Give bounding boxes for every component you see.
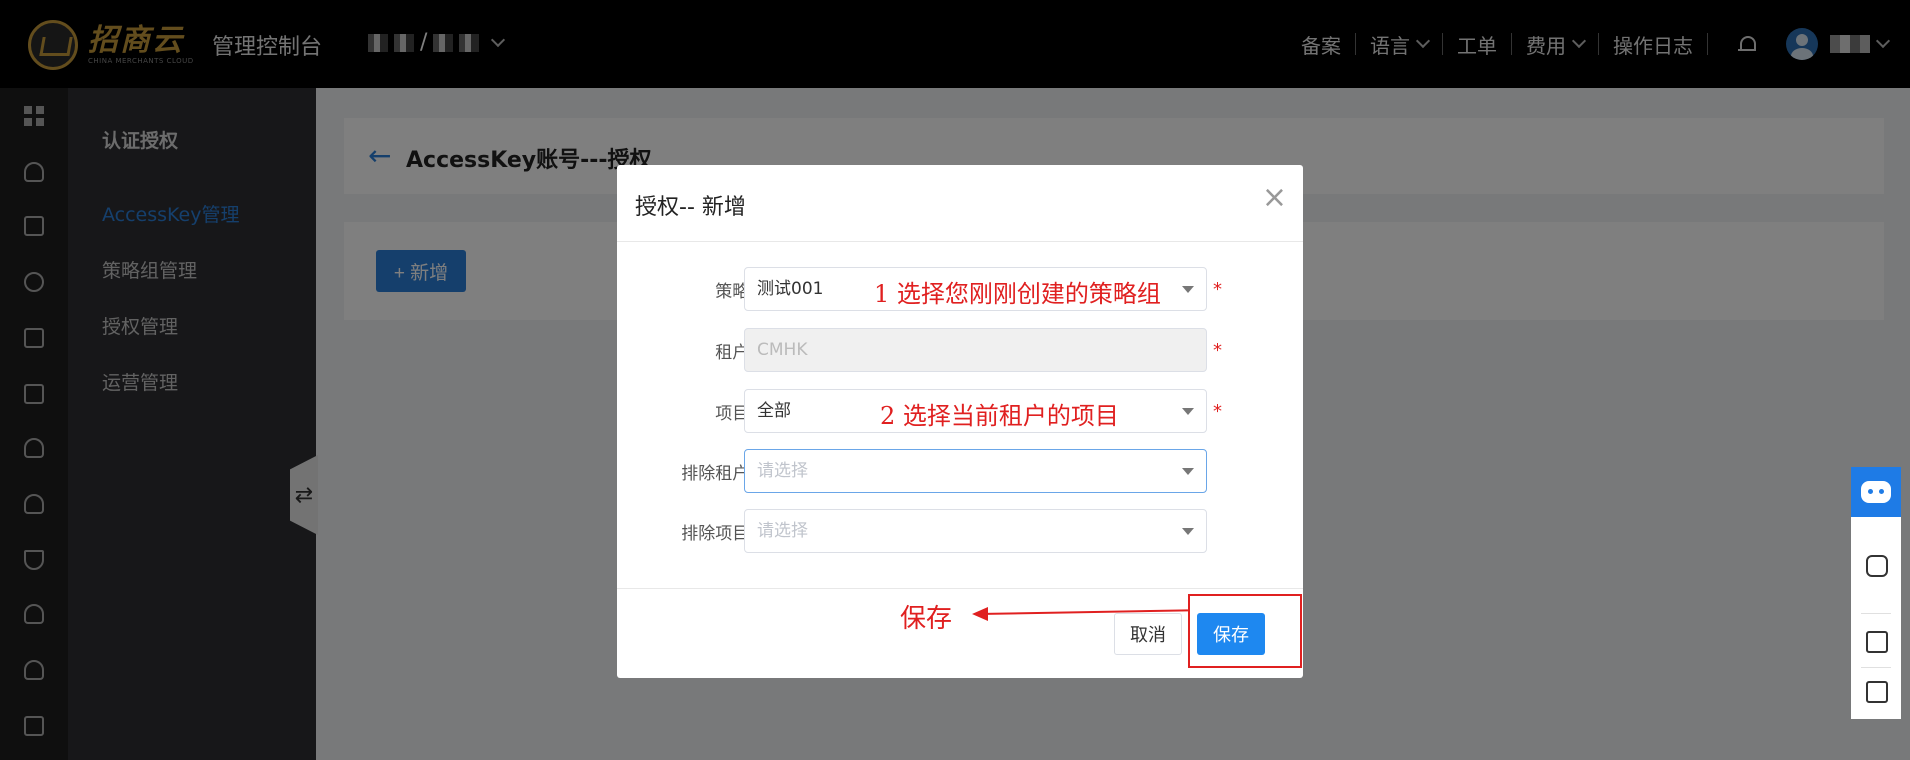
form-row-exclude-project: 排除项目: 请选择 [617, 509, 1303, 553]
assistant-bot[interactable] [1851, 467, 1901, 517]
document-search-icon[interactable] [1866, 631, 1888, 653]
exclude-tenant-select[interactable]: 请选择 [744, 449, 1207, 493]
annotation-project-hint: 2 选择当前租户的项目 [880, 402, 1119, 430]
edit-document-icon[interactable] [1866, 681, 1888, 703]
tenant-value: CMHK [757, 340, 808, 360]
form-row-tenant: 租户: CMHK * [617, 328, 1303, 372]
required-mark: * [1213, 401, 1222, 422]
cancel-button[interactable]: 取消 [1114, 613, 1182, 655]
exclude-project-select[interactable]: 请选择 [744, 509, 1207, 553]
caret-down-icon [1182, 408, 1194, 415]
dialog-title: 授权-- 新增 [635, 195, 746, 220]
arrow-left-icon [972, 607, 988, 621]
tenant-input: CMHK [744, 328, 1207, 372]
required-mark: * [1213, 279, 1222, 300]
annotation-save-box [1188, 594, 1302, 668]
caret-down-icon [1182, 286, 1194, 293]
chat-icon[interactable] [1866, 555, 1888, 577]
exclude-project-placeholder: 请选择 [757, 521, 808, 541]
form-row-exclude-tenant: 排除租户: 请选择 [617, 449, 1303, 493]
required-mark: * [1213, 340, 1222, 361]
robot-icon [1861, 481, 1891, 503]
project-value: 全部 [757, 401, 791, 421]
close-icon[interactable]: × [1262, 183, 1287, 213]
annotation-policy-hint: 1 选择您刚刚创建的策略组 [874, 280, 1161, 308]
policy-value: 测试001 [757, 279, 824, 299]
floating-toolbar [1851, 517, 1901, 719]
dialog-header: 授权-- 新增 × [617, 165, 1303, 242]
exclude-tenant-placeholder: 请选择 [757, 461, 808, 481]
caret-down-icon [1182, 528, 1194, 535]
caret-down-icon [1182, 468, 1194, 475]
annotation-save-hint: 保存 [900, 604, 953, 634]
